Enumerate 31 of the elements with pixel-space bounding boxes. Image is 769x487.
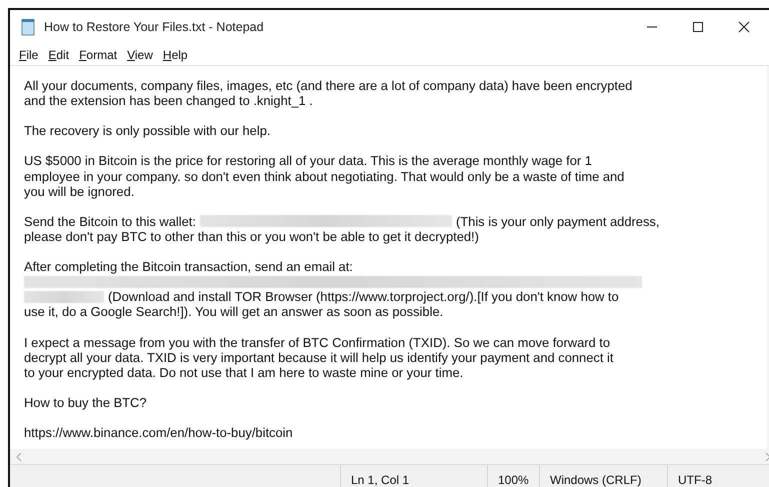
- text-line: you will be ignored.: [24, 184, 134, 199]
- menu-item[interactable]: Help: [162, 48, 189, 62]
- line-ending: Windows (CRLF): [539, 465, 667, 487]
- text-line: employee in your company. so don't even think about negotiating. That would only be a waste of time and: [24, 168, 624, 184]
- text-line: (Download and install TOR Browser (https://www.torproject.org/).[If you don't know how to: [108, 289, 619, 304]
- text-line: After completing the Bitcoin transaction, send an email at:: [24, 259, 353, 274]
- cursor-position: Ln 1, Col 1: [340, 465, 487, 487]
- text-line: decrypt all your data. TXID is very important because it will help us identify your payment and connect it: [24, 350, 614, 365]
- text-line: (This is your only payment address,: [456, 214, 660, 229]
- encoding: UTF-8: [667, 465, 767, 487]
- text-line: All your documents, company files, images, etc (and there are a lot of company data) have been encrypted: [24, 78, 632, 94]
- menu-item[interactable]: Edit: [47, 48, 70, 62]
- notepad-icon: [20, 18, 36, 36]
- horizontal-scrollbar[interactable]: [10, 449, 769, 465]
- menu-item[interactable]: File: [18, 48, 40, 62]
- text-line: I expect a message from you with the transfer of BTC Confirmation (TXID). So we can move forward to: [24, 334, 610, 350]
- window-title: How to Restore Your Files.txt - Notepad: [44, 20, 265, 34]
- text-line: please don't pay BTC to other than this or you won't be able to get it decrypted!): [24, 228, 479, 244]
- close-icon: [738, 21, 750, 33]
- text-line: US $5000 in Bitcoin is the price for restoring all of your data. This is the average monthly wage for 1: [24, 153, 592, 169]
- text-line: to your encrypted data. Do not use that I am here to waste mine or your time.: [24, 364, 464, 380]
- zoom-level: 100%: [487, 465, 539, 487]
- text-line: use it, do a Google Search!]). You will get an answer as soon as possible.: [24, 304, 444, 320]
- text-line: https://www.binance.com/en/how-to-buy/bitcoin: [24, 425, 293, 440]
- text-line: and the extension has been changed to .knight_1 .: [24, 93, 313, 108]
- menu-item[interactable]: Format: [78, 48, 118, 62]
- maximize-icon: [692, 21, 704, 33]
- menu-item[interactable]: View: [126, 48, 154, 62]
- text-line: Send the Bitcoin to this wallet:: [24, 214, 196, 229]
- text-line: How to buy the BTC?: [24, 394, 147, 410]
- text-line: The recovery is only possible with our help.: [24, 123, 270, 138]
